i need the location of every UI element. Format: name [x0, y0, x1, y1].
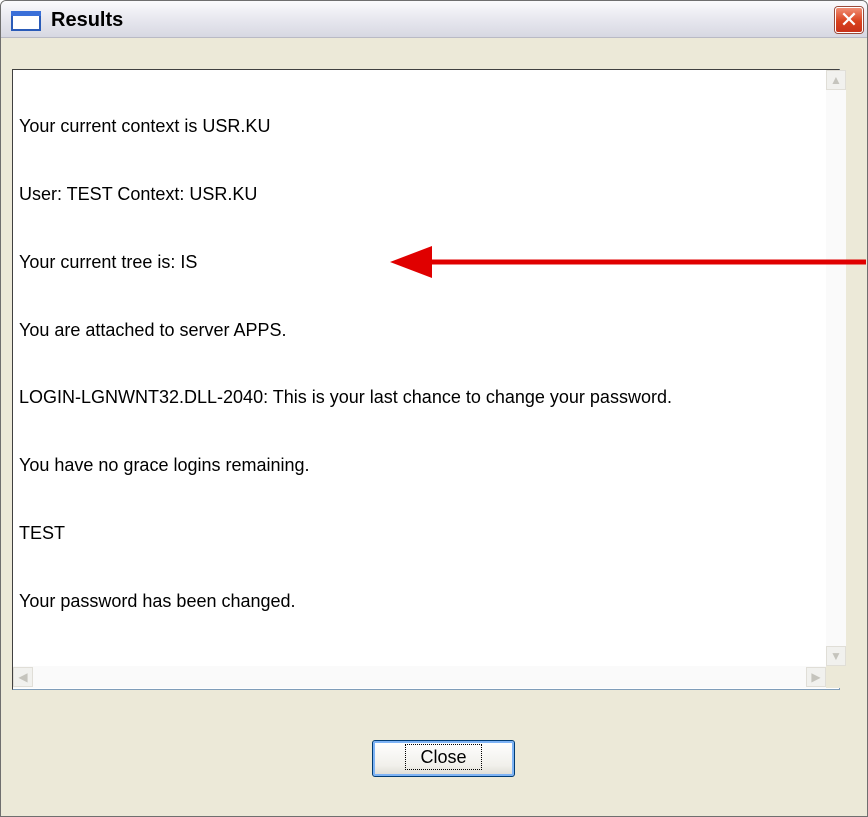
close-button[interactable]: Close	[372, 740, 515, 777]
results-dialog: Results ✕ Your current context is USR.KU…	[0, 0, 868, 817]
horizontal-scrollbar[interactable]: ◀ ▶	[13, 666, 826, 688]
scroll-left-icon[interactable]: ◀	[13, 667, 33, 687]
results-text-area[interactable]: Your current context is USR.KU User: TES…	[12, 69, 846, 690]
output-line: User: TEST Context: USR.KU	[19, 183, 258, 204]
window-title: Results	[51, 9, 124, 31]
vertical-scrollbar[interactable]: ▲ ▼	[826, 70, 846, 666]
scroll-right-icon[interactable]: ▶	[806, 667, 826, 687]
output-line: You are attached to server APPS.	[19, 319, 287, 340]
window-icon	[11, 11, 41, 31]
red-arrow-annotation	[390, 246, 866, 278]
arrow-head	[390, 246, 432, 278]
output-line: Your current context is USR.KU	[19, 116, 271, 137]
close-button-label: Close	[405, 744, 482, 770]
output-line: LOGIN-LGNWNT32.DLL-2040: This is your la…	[19, 387, 672, 408]
scroll-down-icon[interactable]: ▼	[826, 646, 846, 666]
output-line: You have no grace logins remaining.	[19, 455, 310, 476]
output-line: TEST	[19, 522, 66, 543]
close-window-icon[interactable]: ✕	[835, 7, 863, 33]
title-bar[interactable]: Results ✕	[1, 1, 867, 38]
output-line: Your password has been changed.	[19, 590, 296, 611]
results-text: Your current context is USR.KU User: TES…	[19, 70, 811, 657]
scroll-up-icon[interactable]: ▲	[826, 70, 846, 90]
scroll-corner	[826, 666, 846, 688]
